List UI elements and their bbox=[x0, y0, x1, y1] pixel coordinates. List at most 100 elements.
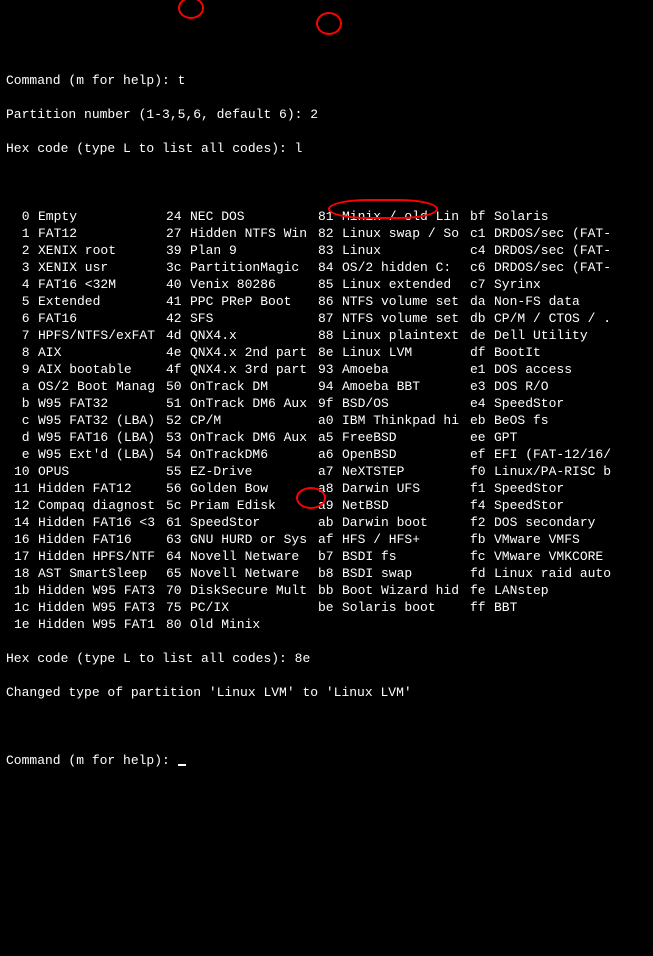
partition-type-code: 4e bbox=[166, 344, 190, 361]
partition-type-code: 5 bbox=[14, 293, 38, 310]
partition-type-code: 4f bbox=[166, 361, 190, 378]
partition-type-name: Novell Netware bbox=[190, 565, 318, 582]
partition-type-code: 10 bbox=[14, 463, 38, 480]
hex-prompt-1[interactable]: Hex code (type L to list all codes): l bbox=[6, 140, 647, 157]
table-row: 9AIX bootable4fQNX4.x 3rd part93Amoebae1… bbox=[6, 361, 647, 378]
partition-type-code: 55 bbox=[166, 463, 190, 480]
partition-type-name: Dell Utility bbox=[494, 327, 588, 344]
partition-type-name: FAT16 <32M bbox=[38, 276, 166, 293]
partition-type-name: CP/M / CTOS / . bbox=[494, 310, 611, 327]
partition-type-code: 16 bbox=[14, 531, 38, 548]
partition-type-name: Empty bbox=[38, 208, 166, 225]
partition-type-name: BSDI fs bbox=[342, 548, 470, 565]
partition-type-code: 87 bbox=[318, 310, 342, 327]
table-row: cW95 FAT32 (LBA)52CP/Ma0IBM Thinkpad hie… bbox=[6, 412, 647, 429]
partition-type-name: BBT bbox=[494, 599, 517, 616]
partition-type-name: DOS access bbox=[494, 361, 572, 378]
table-row: 2XENIX root39Plan 983Linuxc4DRDOS/sec (F… bbox=[6, 242, 647, 259]
partition-type-code: 3c bbox=[166, 259, 190, 276]
table-row: 6FAT1642SFS87NTFS volume setdbCP/M / CTO… bbox=[6, 310, 647, 327]
partition-type-code: 82 bbox=[318, 225, 342, 242]
partition-type-code: 53 bbox=[166, 429, 190, 446]
partition-type-code: f2 bbox=[470, 514, 494, 531]
partition-type-code: 51 bbox=[166, 395, 190, 412]
partition-type-code: 56 bbox=[166, 480, 190, 497]
partition-type-code: ee bbox=[470, 429, 494, 446]
partition-type-code: c4 bbox=[470, 242, 494, 259]
cmd-prompt-2[interactable]: Command (m for help): bbox=[6, 752, 647, 769]
partition-type-code: 80 bbox=[166, 616, 190, 633]
partition-type-name: HFS / HFS+ bbox=[342, 531, 470, 548]
partition-type-name: FAT12 bbox=[38, 225, 166, 242]
partition-type-code: 61 bbox=[166, 514, 190, 531]
partition-type-code: a6 bbox=[318, 446, 342, 463]
partition-type-name: AIX bootable bbox=[38, 361, 166, 378]
partition-type-name: OPUS bbox=[38, 463, 166, 480]
table-row: 1bHidden W95 FAT370DiskSecure MultbbBoot… bbox=[6, 582, 647, 599]
partition-type-code: a9 bbox=[318, 497, 342, 514]
partition-type-code: 75 bbox=[166, 599, 190, 616]
partition-type-name: DOS secondary bbox=[494, 514, 595, 531]
partition-type-name: Hidden W95 FAT3 bbox=[38, 599, 166, 616]
table-row: 4FAT16 <32M40Venix 8028685Linux extended… bbox=[6, 276, 647, 293]
partition-type-name: DiskSecure Mult bbox=[190, 582, 318, 599]
hex-prompt-1-label: Hex code (type L to list all codes): bbox=[6, 141, 295, 156]
partition-type-code: 7 bbox=[14, 327, 38, 344]
partition-type-code: f1 bbox=[470, 480, 494, 497]
cmd-prompt-1[interactable]: Command (m for help): t bbox=[6, 72, 647, 89]
partition-type-name: Minix / old Lin bbox=[342, 208, 470, 225]
partition-type-code: 1e bbox=[14, 616, 38, 633]
partition-type-code: c bbox=[14, 412, 38, 429]
partition-type-code: e bbox=[14, 446, 38, 463]
partition-type-code: 2 bbox=[14, 242, 38, 259]
partition-type-name: Linux plaintext bbox=[342, 327, 470, 344]
partition-type-code: 63 bbox=[166, 531, 190, 548]
partition-prompt-val: 2 bbox=[310, 107, 318, 122]
table-row: 1cHidden W95 FAT375PC/IXbeSolaris bootff… bbox=[6, 599, 647, 616]
partition-type-name: SpeedStor bbox=[190, 514, 318, 531]
partition-type-name: OS/2 Boot Manag bbox=[38, 378, 166, 395]
hex-prompt-2-label: Hex code (type L to list all codes): bbox=[6, 651, 295, 666]
partition-type-code: fc bbox=[470, 548, 494, 565]
partition-type-name: QNX4.x bbox=[190, 327, 318, 344]
partition-type-name: Boot Wizard hid bbox=[342, 582, 470, 599]
partition-type-code: eb bbox=[470, 412, 494, 429]
partition-type-name: Linux extended bbox=[342, 276, 470, 293]
partition-type-code: fe bbox=[470, 582, 494, 599]
partition-type-code: 64 bbox=[166, 548, 190, 565]
partition-type-name: Darwin boot bbox=[342, 514, 470, 531]
cmd-prompt-1-val: t bbox=[178, 73, 186, 88]
partition-type-name: Priam Edisk bbox=[190, 497, 318, 514]
partition-type-code: e1 bbox=[470, 361, 494, 378]
partition-type-code: bf bbox=[470, 208, 494, 225]
partition-type-code: 39 bbox=[166, 242, 190, 259]
partition-type-name: Extended bbox=[38, 293, 166, 310]
partition-type-code: f0 bbox=[470, 463, 494, 480]
partition-type-code: 24 bbox=[166, 208, 190, 225]
partition-type-name: OpenBSD bbox=[342, 446, 470, 463]
partition-type-code: 70 bbox=[166, 582, 190, 599]
partition-type-code: 1b bbox=[14, 582, 38, 599]
partition-type-name: NTFS volume set bbox=[342, 293, 470, 310]
partition-type-code: 65 bbox=[166, 565, 190, 582]
partition-type-name: PartitionMagic bbox=[190, 259, 318, 276]
partition-type-name: BeOS fs bbox=[494, 412, 549, 429]
hex-prompt-2[interactable]: Hex code (type L to list all codes): 8e bbox=[6, 650, 647, 667]
partition-type-code: 8 bbox=[14, 344, 38, 361]
partition-type-table: 0Empty24NEC DOS81Minix / old LinbfSolari… bbox=[6, 208, 647, 633]
partition-type-code: 4 bbox=[14, 276, 38, 293]
partition-type-code: 84 bbox=[318, 259, 342, 276]
partition-type-code: b8 bbox=[318, 565, 342, 582]
partition-type-name: Non-FS data bbox=[494, 293, 580, 310]
partition-type-code: 12 bbox=[14, 497, 38, 514]
partition-type-name: Golden Bow bbox=[190, 480, 318, 497]
partition-type-code: a7 bbox=[318, 463, 342, 480]
partition-type-name: XENIX usr bbox=[38, 259, 166, 276]
partition-type-name: Linux bbox=[342, 242, 470, 259]
blank-line-2 bbox=[6, 718, 647, 735]
changed-msg: Changed type of partition 'Linux LVM' to… bbox=[6, 684, 647, 701]
partition-prompt[interactable]: Partition number (1-3,5,6, default 6): 2 bbox=[6, 106, 647, 123]
annotation-circle-t bbox=[178, 0, 204, 19]
partition-type-name: Syrinx bbox=[494, 276, 541, 293]
partition-type-code: ef bbox=[470, 446, 494, 463]
